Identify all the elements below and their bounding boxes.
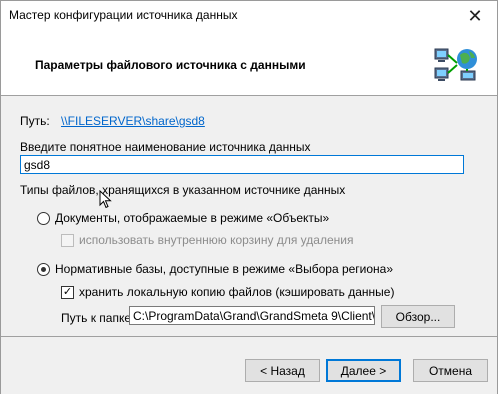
path-link[interactable]: \\FILESERVER\share\gsd8	[61, 114, 205, 128]
close-icon: ✕	[467, 5, 483, 26]
path-label: Путь:	[20, 114, 50, 128]
recycle-bin-checkbox[interactable]	[61, 234, 74, 247]
wizard-window: Мастер конфигурации источника данных ✕ П…	[0, 0, 498, 394]
title-bar: Мастер конфигурации источника данных ✕	[1, 1, 497, 31]
normative-radio[interactable]	[37, 263, 50, 276]
objects-radio-label[interactable]: Документы, отображаемые в режиме «Объект…	[55, 211, 329, 225]
folder-path-input[interactable]: C:\ProgramData\Grand\GrandSmeta 9\Client…	[129, 306, 375, 325]
name-label: Введите понятное наименование источника …	[20, 140, 311, 154]
file-types-label: Типы файлов, хранящихся в указанном исто…	[20, 183, 346, 197]
cache-checkbox[interactable]: ✓	[61, 286, 74, 299]
normative-radio-label[interactable]: Нормативные базы, доступные в режиме «Вы…	[55, 262, 393, 276]
recycle-bin-label: использовать внутреннюю корзину для удал…	[79, 233, 354, 247]
back-button[interactable]: < Назад	[245, 359, 320, 382]
objects-radio[interactable]	[37, 212, 50, 225]
wizard-header: Параметры файлового источника с данными	[1, 31, 497, 96]
window-title: Мастер конфигурации источника данных	[9, 8, 238, 22]
cancel-button[interactable]: Отмена	[413, 359, 488, 382]
next-button[interactable]: Далее >	[326, 359, 401, 382]
folder-label: Путь к папке	[61, 311, 132, 325]
close-button[interactable]: ✕	[453, 1, 497, 31]
browse-button[interactable]: Обзор...	[381, 305, 455, 328]
page-title: Параметры файлового источника с данными	[35, 58, 306, 72]
checkmark-icon: ✓	[62, 286, 73, 298]
mouse-cursor-icon	[99, 190, 112, 209]
source-name-input[interactable]: gsd8	[20, 155, 464, 174]
cache-label: хранить локальную копию файлов (кэширова…	[79, 285, 395, 299]
network-icon	[434, 48, 477, 81]
